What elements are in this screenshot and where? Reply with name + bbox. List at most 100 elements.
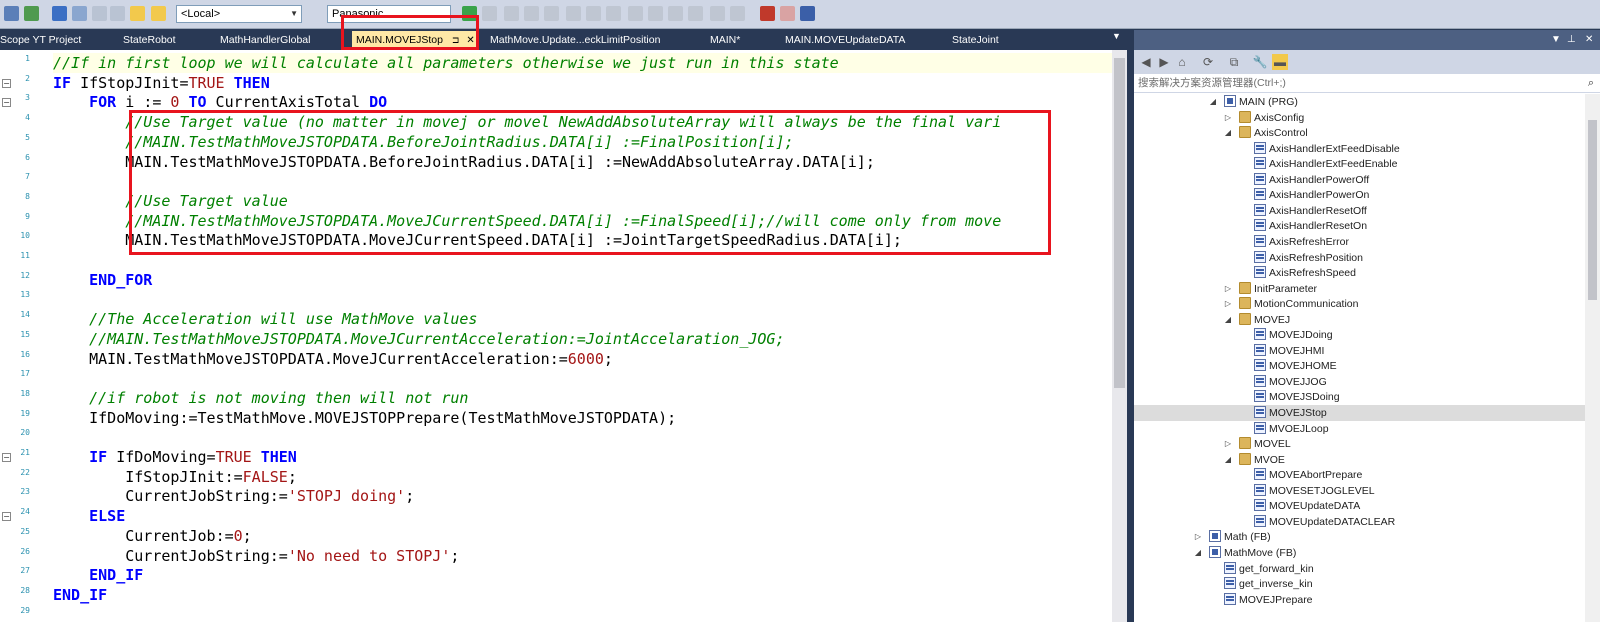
tree-item[interactable]: MOVEJHMI (1254, 343, 1324, 359)
tree-item[interactable]: get_inverse_kin (1224, 576, 1313, 592)
tree-item[interactable]: ▷ MotionCommunication (1225, 296, 1358, 312)
tree-item[interactable]: ◢ MVOE (1225, 452, 1285, 468)
toolbar-button-17[interactable] (628, 6, 643, 21)
scrollbar-thumb[interactable] (1588, 120, 1597, 300)
code-line[interactable]: //MAIN.TestMathMoveJSTOPDATA.BeforeJoint… (53, 132, 793, 152)
toolbar-button-11[interactable] (504, 6, 519, 21)
tree-item[interactable]: AxisHandlerResetOn (1254, 218, 1367, 234)
toolbar-button-8[interactable] (151, 6, 166, 21)
tree-item[interactable]: ▷ MOVEL (1225, 436, 1291, 452)
close-icon[interactable]: ✕ (466, 35, 474, 46)
toolbar-button-20[interactable] (688, 6, 703, 21)
code-line[interactable]: END_FOR (53, 270, 152, 290)
tree-item[interactable]: AxisHandlerExtFeedDisable (1254, 141, 1400, 157)
toolbar-button-12[interactable] (524, 6, 539, 21)
panel-title-bar[interactable]: ▼ ⊥ ✕ (1134, 30, 1600, 50)
collapse-icon[interactable]: − (2, 98, 11, 108)
collapse-icon[interactable]: − (2, 512, 11, 522)
code-line[interactable]: MAIN.TestMathMoveJSTOPDATA.MoveJCurrentS… (53, 230, 902, 250)
tab-statejoint[interactable]: StateJoint (952, 30, 999, 50)
tree-item[interactable]: AxisRefreshPosition (1254, 250, 1363, 266)
search-icon[interactable]: ⌕ (1588, 74, 1594, 92)
tab-main-modified[interactable]: MAIN* (710, 30, 740, 50)
tree-item[interactable]: AxisHandlerPowerOff (1254, 172, 1369, 188)
expanded-arrow-icon[interactable]: ◢ (1208, 94, 1218, 110)
tree-item[interactable]: MVOEJLoop (1254, 421, 1329, 437)
tab-overflow-icon[interactable]: ▼ (1112, 31, 1121, 41)
code-line[interactable]: ELSE (53, 506, 125, 526)
tree-item[interactable]: MOVEJHOME (1254, 358, 1337, 374)
collapse-icon[interactable]: − (2, 453, 11, 462)
collapse-all-icon[interactable]: ⧉ (1226, 54, 1242, 70)
code-line[interactable]: //If in first loop we will calculate all… (53, 53, 1112, 73)
toolbar-button-5[interactable] (92, 6, 107, 21)
tab-main-movejstop[interactable]: MAIN.MOVEJStop ⊐ ✕ (352, 31, 479, 50)
toolbar-button-9[interactable] (462, 6, 477, 21)
toolbar-button-25[interactable] (800, 6, 815, 21)
pin-icon[interactable]: ⊥ (1567, 30, 1576, 50)
code-line[interactable]: IF IfDoMoving=TRUE THEN (53, 447, 297, 467)
expanded-arrow-icon[interactable]: ◢ (1223, 312, 1233, 328)
expanded-arrow-icon[interactable]: ◢ (1223, 125, 1233, 141)
code-line[interactable]: IfStopJInit:=FALSE; (53, 467, 297, 487)
collapsed-arrow-icon[interactable]: ▷ (1223, 281, 1233, 297)
code-line[interactable]: //MAIN.TestMathMoveJSTOPDATA.MoveJCurren… (53, 329, 784, 349)
toolbar-button-2[interactable] (24, 6, 39, 21)
code-line[interactable]: END_IF (53, 565, 143, 585)
toolbar-button-7[interactable] (130, 6, 145, 21)
tab-scope-yt-project[interactable]: Scope YT Project (0, 30, 81, 50)
properties-icon[interactable]: 🔧 (1252, 54, 1268, 70)
tree-item[interactable]: ▷ InitParameter (1225, 281, 1317, 297)
toolbar-button-3[interactable] (52, 6, 67, 21)
toolbar-button-21[interactable] (710, 6, 725, 21)
platform-combo[interactable]: Panasonic (327, 5, 451, 23)
tree-item[interactable]: ◢ AxisControl (1225, 125, 1308, 141)
toolbar-button-14[interactable] (566, 6, 581, 21)
expanded-arrow-icon[interactable]: ◢ (1193, 545, 1203, 561)
tab-main-moveupdatedata[interactable]: MAIN.MOVEUpdateDATA (785, 30, 905, 50)
toolbar-button-16[interactable] (606, 6, 621, 21)
toolbar-button-19[interactable] (668, 6, 683, 21)
editor-vertical-scrollbar[interactable] (1112, 50, 1127, 622)
tree-item[interactable]: MOVEJPrepare (1224, 592, 1313, 608)
toolbar-button-18[interactable] (648, 6, 663, 21)
expanded-arrow-icon[interactable]: ◢ (1223, 452, 1233, 468)
tree-item[interactable]: MOVESETJOGLEVEL (1254, 483, 1375, 499)
forward-icon[interactable]: ▶ (1156, 54, 1172, 70)
panel-vertical-scrollbar[interactable] (1585, 94, 1600, 622)
code-editor[interactable]: 1 2−3−4 5 6 7 8 9 10 11 12 13 14 15 16 17 18 19 20 21−22 23… (0, 50, 1112, 622)
code-line[interactable]: //Use Target value (no matter in movej o… (53, 112, 1001, 132)
code-line[interactable]: MAIN.TestMathMoveJSTOPDATA.BeforeJointRa… (53, 152, 875, 172)
code-line[interactable]: IF IfStopJInit=TRUE THEN (53, 73, 270, 93)
code-line[interactable]: CurrentJobString:='No need to STOPJ'; (53, 546, 459, 566)
tree-item[interactable]: ▷ AxisConfig (1225, 110, 1304, 126)
toolbar-button-13[interactable] (544, 6, 559, 21)
code-line[interactable]: //Use Target value (53, 191, 288, 211)
tree-item[interactable]: MOVEUpdateDATACLEAR (1254, 514, 1395, 530)
back-icon[interactable]: ◀ (1138, 54, 1154, 70)
code-line[interactable]: CurrentJob:=0; (53, 526, 251, 546)
preview-icon[interactable]: ▬ (1272, 54, 1288, 70)
solution-search-input[interactable]: 搜索解决方案资源管理器(Ctrl+;) ⌕ (1134, 74, 1600, 93)
code-line[interactable]: IfDoMoving:=TestMathMove.MOVEJSTOPPrepar… (53, 408, 676, 428)
tree-item[interactable]: ◢ MAIN (PRG) (1210, 94, 1298, 110)
tree-item[interactable]: MOVEJJOG (1254, 374, 1327, 390)
pin-icon[interactable]: ⊐ (452, 35, 460, 45)
tree-item[interactable]: AxisRefreshError (1254, 234, 1349, 250)
toolbar-button-15[interactable] (586, 6, 601, 21)
scrollbar-thumb[interactable] (1114, 58, 1125, 388)
tab-mathmove-update[interactable]: MathMove.Update...eckLimitPosition (490, 30, 660, 50)
tree-item[interactable]: MOVEAbortPrepare (1254, 467, 1362, 483)
tree-item[interactable]: MOVEJDoing (1254, 327, 1333, 343)
code-line[interactable]: //MAIN.TestMathMoveJSTOPDATA.MoveJCurren… (53, 211, 1001, 231)
close-icon[interactable]: ✕ (1585, 30, 1593, 50)
collapsed-arrow-icon[interactable]: ▷ (1193, 529, 1203, 545)
tree-item[interactable]: ◢ MOVEJ (1225, 312, 1290, 328)
code-line[interactable]: //The Acceleration will use MathMove val… (53, 309, 477, 329)
tree-item[interactable]: AxisRefreshSpeed (1254, 265, 1356, 281)
tree-item[interactable]: ◢ MathMove (FB) (1195, 545, 1296, 561)
tree-item[interactable]: AxisHandlerResetOff (1254, 203, 1367, 219)
tree-item[interactable]: ▷ Math (FB) (1195, 529, 1271, 545)
tree-item[interactable]: MOVEUpdateDATA (1254, 498, 1360, 514)
toolbar-button-24[interactable] (780, 6, 795, 21)
